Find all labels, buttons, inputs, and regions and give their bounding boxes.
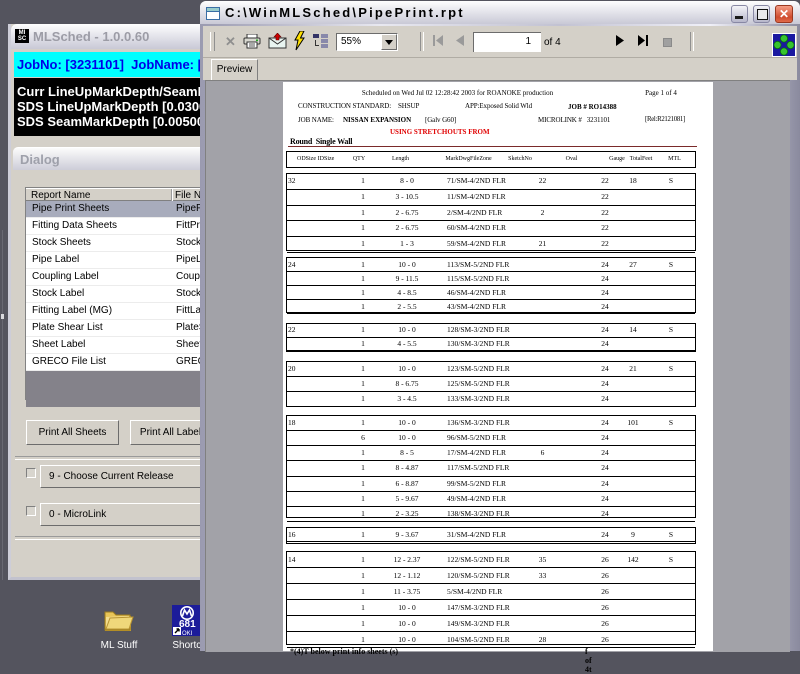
- svg-text:681: 681: [179, 619, 196, 630]
- svg-text:OKI: OKI: [182, 631, 193, 636]
